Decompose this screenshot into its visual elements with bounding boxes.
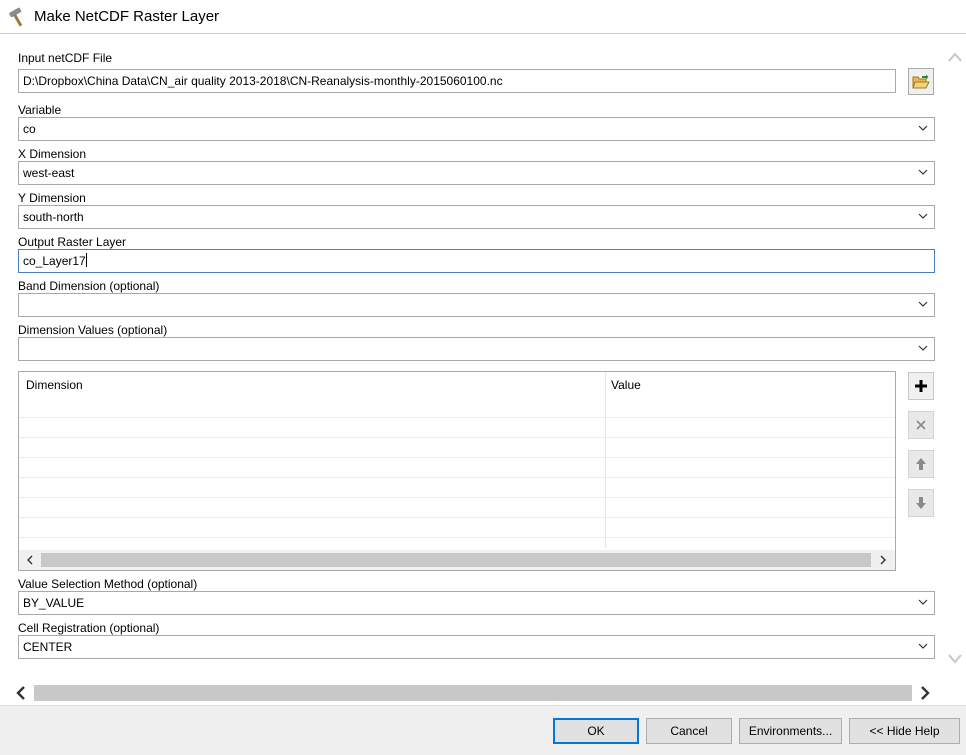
title-bar: Make NetCDF Raster Layer (0, 0, 966, 34)
close-icon (916, 420, 926, 430)
table-row[interactable] (19, 498, 895, 518)
arrow-up-icon (916, 458, 926, 470)
chevron-left-icon[interactable] (24, 554, 36, 566)
input-file-label: Input netCDF File (18, 51, 113, 65)
table-scroll-thumb[interactable] (41, 553, 871, 567)
window-title: Make NetCDF Raster Layer (34, 8, 220, 25)
value-selection-method-value: BY_VALUE (23, 596, 85, 610)
chevron-down-icon (918, 125, 928, 131)
value-selection-method-label: Value Selection Method (optional) (18, 577, 198, 591)
chevron-down-icon (918, 301, 928, 307)
column-header-value[interactable]: Value (611, 378, 641, 392)
cancel-button[interactable]: Cancel (646, 718, 732, 744)
input-file-field[interactable]: D:\Dropbox\China Data\CN_air quality 201… (18, 69, 896, 93)
variable-value: co (23, 122, 36, 136)
environments-button[interactable]: Environments... (739, 718, 842, 744)
chevron-down-icon (918, 213, 928, 219)
dialog-footer: OK Cancel Environments... << Hide Help (0, 705, 966, 755)
cell-registration-value: CENTER (23, 640, 73, 654)
move-up-button[interactable] (908, 450, 934, 478)
x-dimension-label: X Dimension (18, 147, 87, 161)
chevron-down-icon[interactable] (947, 653, 963, 665)
cell-registration-dropdown[interactable]: CENTER (18, 635, 935, 659)
y-dimension-value: south-north (23, 210, 84, 224)
hammer-icon (9, 7, 23, 27)
chevron-down-icon (918, 345, 928, 351)
table-row[interactable] (19, 518, 895, 538)
panel-scroll-thumb[interactable] (34, 685, 912, 701)
panel-horizontal-scrollbar[interactable] (10, 682, 944, 704)
browse-button[interactable] (908, 68, 934, 95)
arrow-down-icon (916, 497, 926, 509)
table-row[interactable] (19, 478, 895, 498)
chevron-left-icon[interactable] (14, 686, 28, 700)
variable-dropdown[interactable]: co (18, 117, 935, 141)
y-dimension-dropdown[interactable]: south-north (18, 205, 935, 229)
tool-parameters-panel: Input netCDF File D:\Dropbox\China Data\… (0, 35, 944, 680)
x-dimension-dropdown[interactable]: west-east (18, 161, 935, 185)
output-layer-label: Output Raster Layer (18, 235, 127, 249)
dimension-values-label: Dimension Values (optional) (18, 323, 168, 337)
output-layer-value: co_Layer17 (23, 254, 86, 268)
table-row[interactable] (19, 438, 895, 458)
cell-registration-label: Cell Registration (optional) (18, 621, 160, 635)
chevron-right-icon[interactable] (918, 686, 932, 700)
chevron-down-icon (918, 643, 928, 649)
panel-vertical-scrollbar[interactable] (944, 35, 966, 680)
dimension-values-dropdown[interactable] (18, 337, 935, 361)
variable-label: Variable (18, 103, 62, 117)
plus-icon (915, 380, 927, 392)
table-row[interactable] (19, 398, 895, 418)
chevron-down-icon (918, 599, 928, 605)
table-header: Dimension Value (19, 372, 895, 398)
hide-help-button[interactable]: << Hide Help (849, 718, 960, 744)
dimension-values-table[interactable]: Dimension Value (18, 371, 896, 571)
column-header-dimension[interactable]: Dimension (26, 378, 83, 392)
chevron-right-icon[interactable] (877, 554, 889, 566)
table-row[interactable] (19, 458, 895, 478)
ok-button[interactable]: OK (553, 718, 639, 744)
output-layer-field[interactable]: co_Layer17 (18, 249, 935, 273)
move-down-button[interactable] (908, 489, 934, 517)
table-row[interactable] (19, 418, 895, 438)
open-folder-icon (912, 74, 930, 88)
text-cursor (85, 253, 87, 267)
chevron-down-icon (918, 169, 928, 175)
band-dimension-label: Band Dimension (optional) (18, 279, 160, 293)
value-selection-method-dropdown[interactable]: BY_VALUE (18, 591, 935, 615)
delete-row-button[interactable] (908, 411, 934, 439)
table-horizontal-scrollbar[interactable] (19, 550, 895, 570)
y-dimension-label: Y Dimension (18, 191, 86, 205)
x-dimension-value: west-east (23, 166, 75, 180)
band-dimension-dropdown[interactable] (18, 293, 935, 317)
add-row-button[interactable] (908, 372, 934, 400)
chevron-up-icon[interactable] (947, 51, 963, 63)
